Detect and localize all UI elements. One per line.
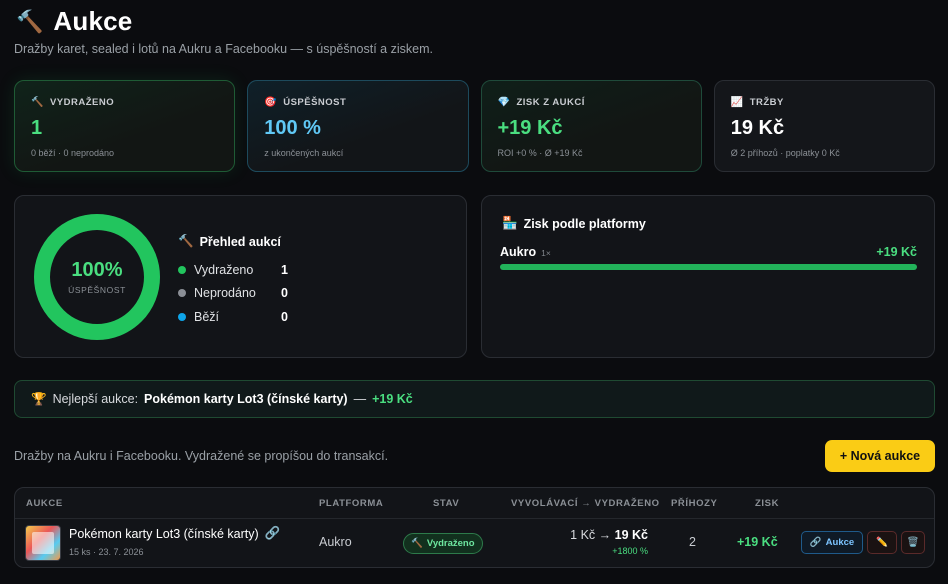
legend-dot (178, 265, 186, 274)
th-status: STAV (433, 498, 460, 509)
status-badge: 🔨 Vydraženo (403, 533, 483, 554)
hammer-icon: 🔨 (16, 8, 44, 34)
hammer-icon: 🔨 (31, 97, 44, 108)
chart-up-icon: 📈 (730, 97, 744, 108)
overview-legend: Vydraženo 1 Neprodáno 0 Běží 0 (178, 258, 288, 329)
legend-dot (178, 289, 186, 298)
diamond-icon: 💎 (497, 97, 511, 108)
arrow-icon: → (598, 528, 612, 542)
item-thumbnail (25, 525, 61, 561)
delete-button[interactable]: 🗑️ (901, 531, 925, 554)
final-price: 19 Kč (614, 528, 648, 542)
th-bids: PŘÍHOZY (671, 498, 718, 509)
link-icon: 🔗 (809, 537, 822, 548)
platform-panel: 🏪 Zisk podle platformy Aukro 1× +19 Kč (481, 195, 935, 358)
platform-name: Aukro (500, 245, 537, 259)
info-text: Dražby na Aukru i Facebooku. Vydražené s… (14, 449, 389, 463)
platform-title-text: Zisk podle platformy (523, 216, 646, 231)
overview-title-text: Přehled aukcí (199, 234, 281, 249)
page-header: 🔨 Aukce (16, 6, 132, 37)
stat-label: ÚSPĚŠNOST (283, 97, 347, 108)
edit-button[interactable]: ✏️ (867, 531, 897, 554)
stat-card-revenue: 📈 TRŽBY 19 Kč Ø 2 příhozů · poplatky 0 Kč (713, 80, 935, 172)
auctions-table: AUKCE PLATFORMA STAV VYVOLÁVACÍ → VYDRAŽ… (14, 487, 935, 568)
platform-bar-track (500, 264, 917, 270)
platform-title: 🏪 Zisk podle platformy (502, 216, 646, 231)
overview-title: 🔨 Přehled aukcí (178, 234, 281, 249)
item-price: 1 Kč → 19 Kč (570, 528, 648, 542)
stat-label: TRŽBY (749, 97, 784, 108)
platform-profit: +19 Kč (876, 245, 917, 259)
hammer-icon: 🔨 (178, 234, 194, 248)
platform-bar-fill (500, 264, 917, 270)
legend-value: 1 (281, 262, 288, 277)
stat-sub: Ø 2 příhozů · poplatky 0 Kč (730, 148, 840, 158)
stat-card-sold: 🔨 VYDRAŽENO 1 0 běží · 0 neprodáno (14, 80, 236, 172)
legend-item-sold: Vydraženo 1 (178, 258, 288, 282)
open-auction-label: Aukce (825, 537, 855, 548)
store-icon: 🏪 (502, 216, 518, 230)
hammer-icon: 🔨 (411, 538, 423, 549)
legend-value: 0 (281, 309, 288, 324)
best-label: Nejlepší aukce: (52, 392, 139, 406)
platform-count: 1× (541, 248, 551, 258)
stat-sub: 0 běží · 0 neprodáno (31, 148, 115, 158)
page-title: Aukce (53, 6, 133, 36)
status-text: Vydraženo (426, 538, 475, 549)
target-icon: 🎯 (264, 97, 278, 108)
stat-label: ZISK Z AUKCÍ (516, 97, 585, 108)
stat-card-success: 🎯 ÚSPĚŠNOST 100 % z ukončených aukcí (247, 80, 469, 172)
stat-card-profit: 💎 ZISK Z AUKCÍ +19 Kč ROI +0 % · Ø +19 Kč (480, 80, 702, 172)
th-price: VYVOLÁVACÍ → VYDRAŽENO (511, 498, 660, 509)
table-header-divider (15, 518, 934, 519)
legend-value: 0 (281, 286, 288, 301)
open-auction-button[interactable]: 🔗 Aukce (801, 531, 863, 554)
stat-sub: z ukončených aukcí (264, 148, 344, 158)
item-name[interactable]: Pokémon karty Lot3 (čínské karty) 🔗 (69, 526, 280, 541)
legend-item-unsold: Neprodáno 0 (178, 282, 288, 306)
stats-row: 🔨 VYDRAŽENO 1 0 běží · 0 neprodáno 🎯 ÚSPĚŠ… (14, 80, 935, 172)
th-platform: PLATFORMA (319, 498, 384, 509)
th-profit: ZISK (755, 498, 780, 509)
stat-label: VYDRAŽENO (49, 97, 115, 108)
link-icon[interactable]: 🔗 (265, 526, 281, 541)
stat-value: +19 Kč (497, 117, 563, 139)
pencil-icon: ✏️ (876, 537, 888, 548)
stat-value: 19 Kč (730, 117, 785, 139)
new-auction-button[interactable]: + Nová aukce (825, 440, 935, 472)
best-value: +19 Kč (372, 392, 413, 406)
item-meta: 15 ks · 23. 7. 2026 (69, 547, 144, 557)
item-name-text[interactable]: Pokémon karty Lot3 (čínské karty) (69, 527, 259, 541)
stat-value: 100 % (264, 117, 321, 139)
legend-item-running: Běží 0 (178, 305, 288, 329)
legend-label: Běží (194, 309, 220, 324)
donut-label: ÚSPĚŠNOST (68, 285, 126, 295)
overview-panel: 100% ÚSPĚŠNOST 🔨 Přehled aukcí Vydraženo… (14, 195, 467, 358)
platform-row: Aukro 1× +19 Kč (500, 245, 917, 259)
stat-value: 1 (31, 117, 43, 139)
start-price: 1 Kč (570, 528, 596, 542)
legend-label: Neprodáno (194, 286, 256, 301)
item-profit: +19 Kč (737, 535, 778, 549)
item-roi: +1800 % (612, 546, 648, 556)
legend-label: Vydraženo (194, 262, 254, 277)
trophy-icon: 🏆 (31, 391, 47, 406)
legend-dot (178, 312, 186, 321)
best-name: Pokémon karty Lot3 (čínské karty) (144, 392, 348, 406)
trash-icon: 🗑️ (907, 537, 919, 548)
donut-value: 100% (71, 259, 123, 281)
best-auction-banner: 🏆 Nejlepší aukce: Pokémon karty Lot3 (čí… (14, 380, 935, 418)
page-subtitle: Dražby karet, sealed i lotů na Aukru a F… (14, 42, 433, 56)
item-bids: 2 (689, 535, 696, 549)
item-platform: Aukro (319, 535, 352, 549)
stat-sub: ROI +0 % · Ø +19 Kč (497, 148, 583, 158)
best-separator: — (353, 392, 367, 406)
donut-center: 100% ÚSPĚŠNOST (33, 213, 161, 341)
th-auction: AUKCE (26, 498, 63, 509)
